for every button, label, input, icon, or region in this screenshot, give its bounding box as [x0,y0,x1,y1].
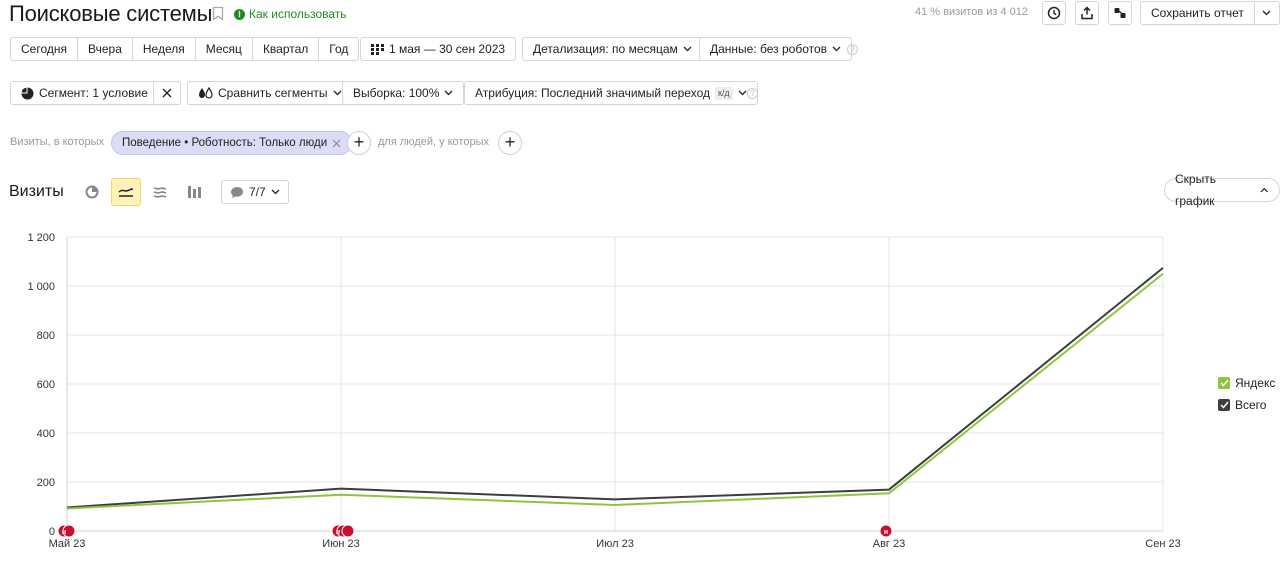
bar-chart-icon [187,186,201,198]
segment-dropdown[interactable]: Сегмент: 1 условие [10,81,171,105]
info-icon: i [234,8,245,20]
share-button[interactable] [1108,1,1132,25]
chevron-up-icon [1260,187,1269,193]
comment-icon [231,186,243,198]
compare-segments-dropdown[interactable]: Сравнить сегменты [187,81,353,105]
how-to-use-link[interactable]: i Как использовать [234,7,347,21]
visits-filter-label: Визиты, в которых [10,136,104,148]
period-month[interactable]: Месяц [196,38,253,60]
how-to-use-label: Как использовать [249,7,347,21]
close-icon[interactable] [332,139,341,148]
data-mode-dropdown[interactable]: Данные: без роботов [699,37,853,61]
pie-icon [85,185,99,199]
note-marker-label: н [884,529,888,536]
legend-checkbox[interactable] [1218,377,1230,389]
hide-chart-button[interactable]: Скрыть график [1164,172,1280,208]
chevron-down-icon [271,189,280,195]
attribution-label: Атрибуция: Последний значимый переход [475,86,710,100]
data-mode-label: Данные: без роботов [710,42,828,56]
period-week[interactable]: Неделя [133,38,196,60]
y-tick-label: 1 200 [27,232,55,244]
detail-label: Детализация: по месяцам [533,42,678,56]
notes-dropdown[interactable]: 7/7 [221,180,289,204]
chart-type-pie-button[interactable] [77,178,107,206]
visits-share: 41 % визитов из 4 012 [915,6,1029,18]
detail-dropdown[interactable]: Детализация: по месяцам [522,37,703,61]
chevron-down-icon [683,46,692,52]
export-button[interactable] [1075,1,1099,25]
compare-drops-icon [199,87,213,99]
x-tick-label: Авг 23 [873,538,905,550]
attribution-dropdown[interactable]: Атрибуция: Последний значимый переход к/… [464,81,758,105]
notes-count: 7/7 [249,185,266,199]
period-selector: Сегодня Вчера Неделя Месяц Квартал Год [10,37,360,61]
save-report-menu-button[interactable] [1255,2,1279,24]
attribution-badge: к/д [714,86,733,100]
note-marker [341,524,355,538]
sample-label: Выборка: 100% [353,86,440,100]
save-report-button[interactable]: Сохранить отчет [1141,2,1255,24]
y-tick-label: 400 [37,428,55,440]
date-range-button[interactable]: 1 мая — 30 сен 2023 [360,37,517,61]
y-tick-label: 200 [37,477,55,489]
sample-dropdown[interactable]: Выборка: 100% [342,81,465,105]
legend-checkbox[interactable] [1218,399,1230,411]
legend-item-yandex[interactable]: Яндекс [1218,376,1275,390]
line-chart-icon [118,188,134,197]
period-year[interactable]: Год [319,38,358,60]
legend-label: Яндекс [1235,376,1276,390]
period-today[interactable]: Сегодня [11,38,78,60]
legend-item-total[interactable]: Всего [1218,398,1266,412]
close-icon [162,88,172,98]
compare-label: Сравнить сегменты [218,86,328,100]
chevron-down-icon [1262,10,1271,16]
hide-chart-label: Скрыть график [1175,172,1216,208]
check-icon [1219,401,1229,409]
date-range-label: 1 мая — 30 сен 2023 [389,42,506,56]
chevron-down-icon [832,46,841,52]
segment-clear-button[interactable] [153,81,181,105]
check-icon [1219,379,1229,387]
filter-chip-label: Поведение • Роботность: Только люди [122,137,328,149]
y-tick-label: 0 [49,526,55,538]
y-tick-label: 800 [37,330,55,342]
share-icon [1114,8,1126,18]
chevron-down-icon [444,90,453,96]
note-marker-label: н [336,529,340,536]
chevron-down-icon [738,90,747,96]
chart-type-area-button[interactable] [145,178,175,206]
help-icon[interactable]: ? [847,44,858,55]
segment-label: Сегмент: 1 условие [39,86,148,100]
pie-chart-icon [21,87,34,99]
chevron-down-icon [333,90,341,96]
calendar-icon [371,43,384,55]
chart-type-bar-button[interactable] [179,178,209,206]
bookmark-icon[interactable] [212,6,224,21]
chart-type-line-button[interactable] [111,178,141,206]
upload-icon [1081,6,1093,20]
page-title: Поисковые системы [9,1,213,26]
x-tick-label: Сен 23 [1145,538,1180,550]
period-yesterday[interactable]: Вчера [78,38,133,60]
x-tick-label: Июн 23 [322,538,360,550]
add-people-condition-button[interactable]: + [498,131,522,155]
behavior-filter-chip[interactable]: Поведение • Роботность: Только люди [111,131,353,155]
stacked-area-icon [153,187,167,198]
chart-section-title: Визиты [9,183,64,200]
clock-icon [1047,6,1061,20]
x-tick-label: Май 23 [49,538,86,550]
note-marker-label: н [62,529,66,536]
legend-label: Всего [1235,398,1267,412]
x-tick-label: Июл 23 [596,538,634,550]
visits-line-chart: 0 200 400 600 800 1 000 1 200 Май 23 Июн 23 Июл 2… [27,232,1180,550]
add-visit-condition-button[interactable]: + [347,131,371,155]
y-tick-label: 600 [37,379,55,391]
people-filter-label: для людей, у которых [378,136,489,148]
attribution-help-icon[interactable]: ? [747,88,758,99]
y-tick-label: 1 000 [27,281,55,293]
save-report-group: Сохранить отчет [1140,1,1280,25]
period-quarter[interactable]: Квартал [253,38,320,60]
history-button[interactable] [1042,1,1066,25]
